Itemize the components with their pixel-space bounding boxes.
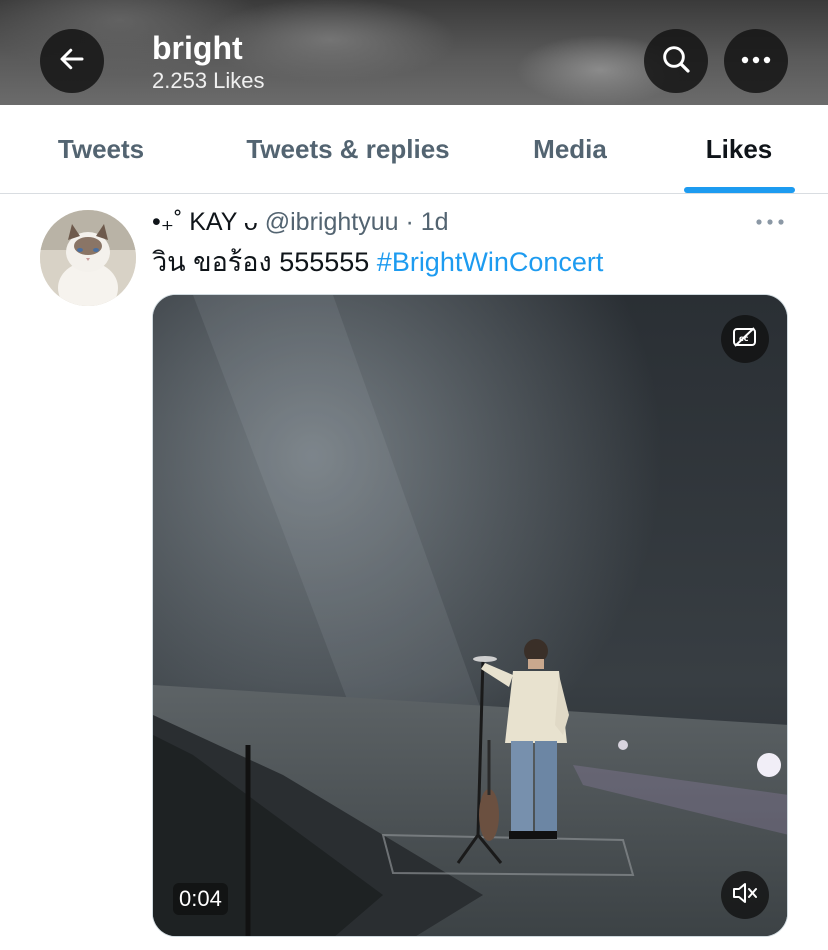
tweet-more-button[interactable] — [752, 210, 788, 234]
more-horizontal-icon — [740, 52, 772, 70]
captions-off-icon: cc — [732, 326, 758, 353]
likes-count: 2.253 Likes — [152, 68, 265, 93]
more-options-button[interactable] — [724, 29, 788, 93]
header-separator: · — [405, 208, 414, 236]
volume-muted-icon — [731, 881, 759, 910]
tab-tweets[interactable]: Tweets — [40, 105, 162, 194]
more-horizontal-icon — [755, 213, 785, 231]
back-button[interactable] — [40, 29, 104, 93]
concert-video-frame — [153, 295, 787, 936]
search-button[interactable] — [644, 29, 708, 93]
tweet-time[interactable]: 1d — [421, 208, 449, 236]
tab-likes[interactable]: Likes — [684, 105, 794, 194]
tweet-header: •₊˚ KAY ᴗ @ibrightyuu · 1d — [152, 206, 449, 238]
mute-toggle-button[interactable] — [721, 871, 769, 919]
tab-media[interactable]: Media — [520, 105, 620, 194]
profile-header: bright 2.253 Likes — [0, 0, 828, 105]
tweet-body: วิน ขอร้อง 555555 #BrightWinConcert — [152, 244, 603, 280]
tab-tweets-and-replies[interactable]: Tweets & replies — [230, 105, 466, 194]
author-display-name[interactable]: •₊˚ KAY ᴗ — [152, 208, 258, 236]
active-tab-indicator — [684, 187, 795, 193]
profile-tabs: Tweets Tweets & replies Media Likes — [0, 105, 828, 194]
author-handle[interactable]: @ibrightyuu — [265, 208, 399, 236]
arrow-left-icon — [57, 44, 87, 79]
cat-avatar-image — [40, 210, 136, 306]
avatar[interactable] — [40, 210, 136, 306]
profile-name: bright — [152, 30, 243, 66]
hashtag-link[interactable]: #BrightWinConcert — [377, 247, 604, 277]
tweet-video[interactable]: cc 0:04 — [152, 294, 788, 937]
video-duration: 0:04 — [173, 883, 228, 915]
search-icon — [660, 43, 692, 80]
captions-button[interactable]: cc — [721, 315, 769, 363]
tweet-text: วิน ขอร้อง 555555 — [152, 247, 377, 277]
